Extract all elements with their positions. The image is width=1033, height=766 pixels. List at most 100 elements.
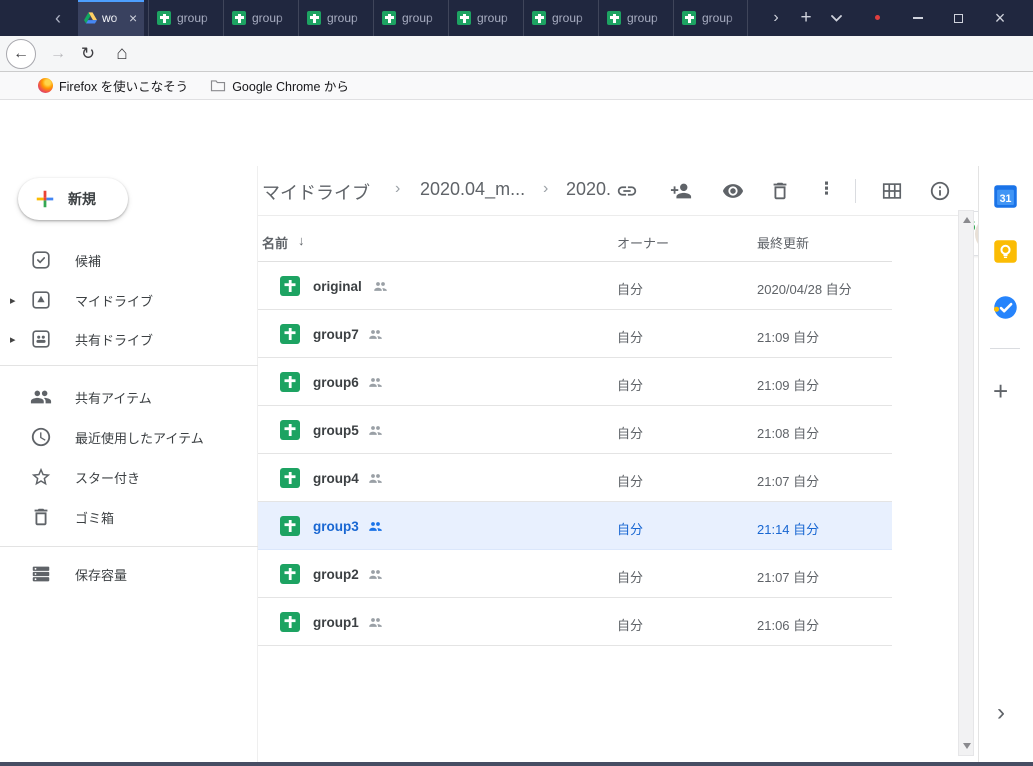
google-tasks-icon[interactable] — [992, 294, 1019, 321]
tab-drive-active[interactable]: wo × — [78, 0, 144, 36]
file-row-group5[interactable]: group5 自分 21:08 自分 — [258, 406, 892, 454]
breadcrumb-folder-current[interactable]: 2020. — [566, 179, 611, 200]
rail-expand-button[interactable]: › — [997, 699, 1005, 727]
column-header-owner: オーナー — [617, 233, 669, 252]
bookmark-folder-chrome[interactable]: Google Chrome から — [210, 76, 349, 95]
shared-people-icon — [368, 472, 383, 485]
window-minimize-button[interactable] — [905, 0, 931, 36]
tab-scroll-left-button[interactable]: ‹ — [46, 0, 70, 36]
file-name: group7 — [313, 327, 359, 342]
shared-with-me-icon — [30, 386, 52, 408]
file-owner: 自分 — [617, 423, 643, 442]
tab-group-5[interactable]: group — [448, 0, 523, 36]
star-icon — [30, 466, 52, 488]
sheets-file-icon — [280, 324, 300, 344]
file-row-group6[interactable]: group6 自分 21:09 自分 — [258, 358, 892, 406]
window-close-button[interactable]: × — [987, 0, 1013, 36]
my-drive-icon — [30, 289, 52, 311]
companion-rail: 31 + › — [978, 166, 1033, 762]
delete-icon[interactable] — [769, 180, 791, 202]
forward-button[interactable]: → — [46, 36, 70, 71]
sidebar-item-recent[interactable]: 最近使用したアイテム — [0, 417, 256, 457]
file-name: group1 — [313, 615, 359, 630]
reload-button[interactable]: ↻ — [76, 36, 100, 71]
sidebar-divider — [0, 546, 258, 547]
google-keep-icon[interactable] — [992, 238, 1019, 265]
expander-icon[interactable]: ▸ — [10, 294, 16, 307]
sidebar-item-label: ゴミ箱 — [75, 508, 114, 527]
scroll-down-icon[interactable] — [963, 743, 971, 749]
tab-group-2[interactable]: group — [223, 0, 298, 36]
sheets-file-icon — [280, 468, 300, 488]
file-modified: 21:09 自分 — [757, 327, 819, 346]
breadcrumb-my-drive[interactable]: マイドライブ — [262, 179, 370, 205]
scroll-up-icon[interactable] — [963, 217, 971, 223]
sidebar-item-label: 保存容量 — [75, 565, 127, 584]
tab-group-6[interactable]: group — [523, 0, 598, 36]
rail-add-button[interactable]: + — [993, 376, 1008, 407]
more-actions-icon[interactable]: ⋮ — [818, 179, 835, 199]
tab-group-7[interactable]: group — [598, 0, 673, 36]
sidebar-item-starred[interactable]: スター付き — [0, 457, 256, 497]
sidebar-item-shared-drives[interactable]: ▸ 共有ドライブ — [0, 319, 256, 359]
tab-label: group — [552, 11, 590, 25]
tab-group-3[interactable]: group — [298, 0, 373, 36]
tab-bar: ‹ wo × group group group group group gro… — [0, 0, 1033, 36]
vertical-scrollbar[interactable] — [958, 210, 974, 756]
multicolor-plus-icon — [34, 188, 56, 210]
home-button[interactable]: ⌂ — [110, 36, 134, 71]
sidebar-item-shared-with-me[interactable]: 共有アイテム — [0, 377, 256, 417]
sheets-icon — [232, 11, 246, 25]
new-tab-button[interactable]: + — [793, 0, 819, 36]
tab-group-1[interactable]: group — [148, 0, 223, 36]
bookmark-item-firefox[interactable]: Firefox を使いこなそう — [38, 76, 188, 95]
sheets-file-icon — [280, 612, 300, 632]
shared-people-icon — [368, 520, 383, 533]
toolbar-separator — [855, 179, 856, 203]
sheets-icon — [607, 11, 621, 25]
list-toolbar: マイドライブ › 2020.04_m... › 2020. ⋮ — [258, 166, 958, 216]
all-tabs-dropdown-button[interactable] — [823, 0, 849, 36]
back-button[interactable]: ← — [6, 39, 36, 69]
sheets-icon — [532, 11, 546, 25]
folder-icon — [210, 79, 226, 92]
column-header-name[interactable]: 名前 — [262, 233, 288, 252]
tab-label: group — [402, 11, 440, 25]
tab-close-icon[interactable]: × — [129, 11, 137, 25]
bookmark-label: Google Chrome から — [232, 76, 349, 95]
window-maximize-button[interactable] — [945, 0, 971, 36]
rail-divider — [990, 348, 1020, 349]
file-row-group3-selected[interactable]: group3 自分 21:14 自分 — [258, 502, 892, 550]
sidebar-item-label: スター付き — [75, 468, 140, 487]
file-row-original[interactable]: original 自分 2020/04/28 自分 — [258, 262, 892, 310]
preview-eye-icon[interactable] — [722, 180, 744, 202]
tab-group-4[interactable]: group — [373, 0, 448, 36]
tab-group-8[interactable]: group — [673, 0, 748, 36]
file-row-group2[interactable]: group2 自分 21:07 自分 — [258, 550, 892, 598]
expander-icon[interactable]: ▸ — [10, 333, 16, 346]
file-row-group1[interactable]: group1 自分 21:06 自分 — [258, 598, 892, 646]
new-button[interactable]: 新規 — [18, 178, 128, 220]
breadcrumb-folder-parent[interactable]: 2020.04_m... — [420, 179, 525, 200]
sheets-file-icon — [280, 276, 300, 296]
close-icon: × — [995, 8, 1006, 29]
sheets-icon — [157, 11, 171, 25]
file-row-group4[interactable]: group4 自分 21:07 自分 — [258, 454, 892, 502]
sidebar-item-trash[interactable]: ゴミ箱 — [0, 497, 256, 537]
trash-icon — [30, 506, 52, 528]
storage-icon — [30, 563, 52, 585]
sidebar-item-priority[interactable]: 候補 — [0, 240, 256, 280]
drive-header: ドライブ ECCS2016 Information Technology Cen… — [0, 100, 1033, 166]
info-icon[interactable] — [929, 180, 951, 202]
sidebar-item-my-drive[interactable]: ▸ マイドライブ — [0, 280, 256, 320]
file-row-group7[interactable]: group7 自分 21:09 自分 — [258, 310, 892, 358]
file-modified: 2020/04/28 自分 — [757, 279, 852, 298]
tab-overflow-button[interactable]: › — [763, 0, 789, 36]
sheets-icon — [382, 11, 396, 25]
share-person-add-icon[interactable] — [670, 180, 692, 202]
sidebar-item-storage[interactable]: 保存容量 — [0, 554, 256, 594]
sort-descending-icon[interactable]: ↓ — [298, 233, 305, 248]
google-calendar-icon[interactable]: 31 — [992, 183, 1019, 210]
grid-view-icon[interactable] — [881, 180, 903, 202]
get-link-icon[interactable] — [616, 180, 638, 202]
